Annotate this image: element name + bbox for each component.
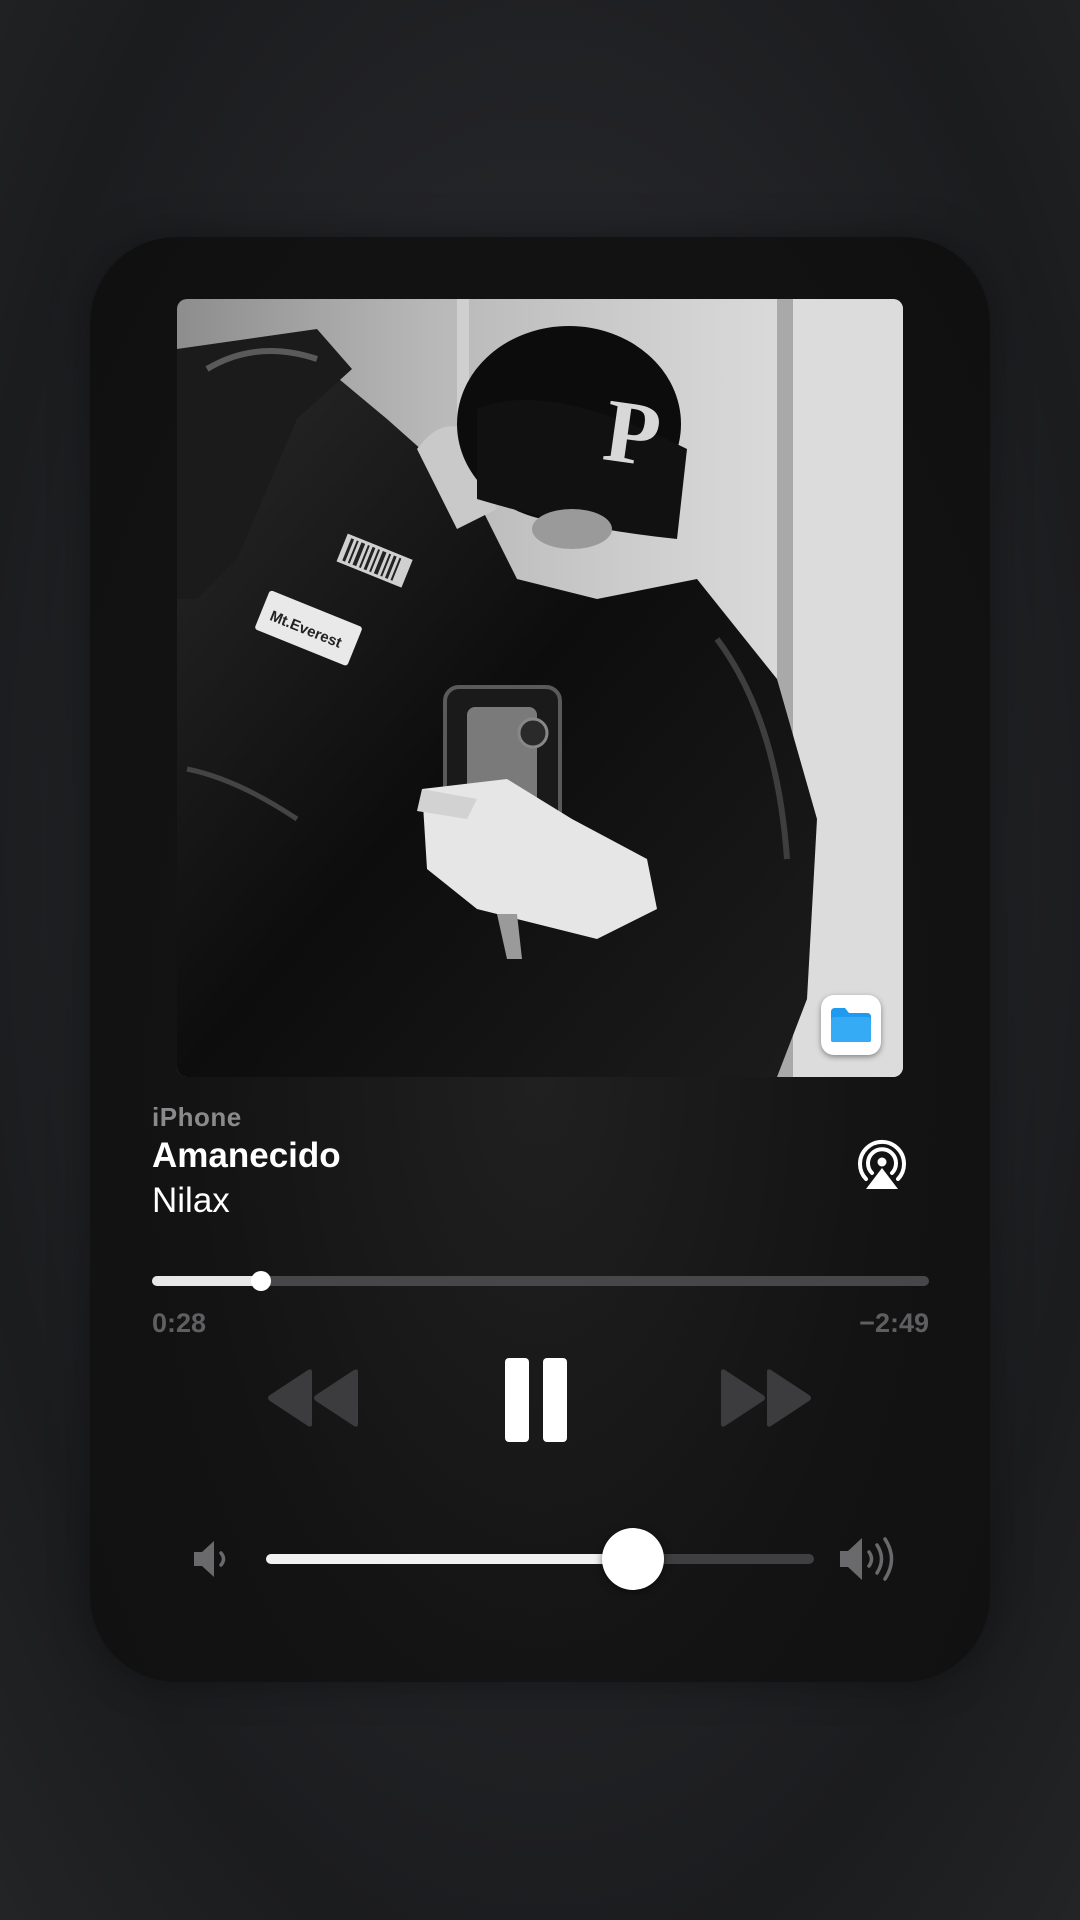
album-artwork[interactable]: P Mt.Everest	[177, 299, 903, 1077]
volume-slider[interactable]	[266, 1528, 814, 1590]
volume-high-button[interactable]	[838, 1534, 900, 1584]
volume-fill	[266, 1554, 634, 1564]
volume-knob[interactable]	[602, 1528, 665, 1590]
airplay-button[interactable]	[853, 1135, 911, 1193]
rewind-button[interactable]	[266, 1368, 360, 1428]
progress-fill	[152, 1276, 261, 1286]
backward-icon	[268, 1369, 358, 1427]
progress-scrubber[interactable]	[250, 1271, 271, 1291]
speaker-low-icon	[194, 1541, 226, 1577]
track-title[interactable]: Amanecido	[152, 1136, 341, 1176]
pause-icon	[505, 1358, 567, 1442]
album-art-photo: P Mt.Everest	[177, 299, 903, 1077]
remaining-time: −2:49	[859, 1308, 929, 1338]
speaker-high-icon	[840, 1537, 894, 1581]
files-app-icon[interactable]	[821, 995, 881, 1055]
volume-low-button[interactable]	[190, 1537, 234, 1581]
output-device-label: iPhone	[152, 1102, 242, 1132]
elapsed-time: 0:28	[152, 1308, 207, 1338]
airplay-icon	[858, 1139, 906, 1189]
forward-button[interactable]	[719, 1368, 813, 1428]
track-artist[interactable]: Nilax	[152, 1181, 230, 1221]
forward-icon	[721, 1369, 811, 1427]
progress-bar[interactable]	[152, 1271, 929, 1291]
pause-button[interactable]	[503, 1356, 569, 1444]
now-playing-card: P Mt.Everest iPhone Amanecido Nilax 0:28…	[90, 237, 990, 1682]
